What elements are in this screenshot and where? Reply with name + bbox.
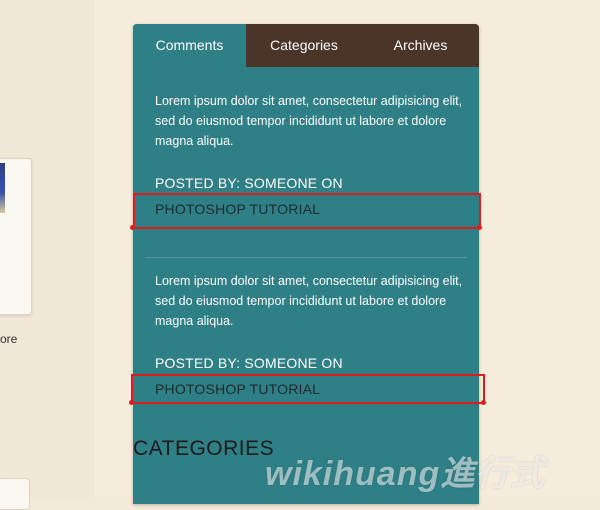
posted-by-label: POSTED BY: SOMEONE ON <box>155 355 343 371</box>
comment-text: Lorem ipsum dolor sit amet, consectetur … <box>155 94 463 148</box>
tab-categories[interactable]: Categories <box>246 24 362 67</box>
entry-divider <box>145 257 467 258</box>
highlight-handle <box>481 400 486 405</box>
watermark-logo: wikihuang進行式 <box>265 455 546 493</box>
post-thumbnail-partial[interactable] <box>0 478 30 510</box>
posted-by-label: POSTED BY: SOMEONE ON <box>155 175 343 191</box>
comment-text: Lorem ipsum dolor sit amet, consectetur … <box>155 274 463 328</box>
tab-bar: Comments Categories Archives <box>133 24 479 67</box>
highlight-box <box>131 374 485 404</box>
thumbnail-caption[interactable]: ore <box>0 332 17 346</box>
post-thumbnail[interactable] <box>0 158 32 315</box>
highlight-handle <box>129 400 134 405</box>
tab-comments[interactable]: Comments <box>133 24 246 67</box>
highlight-handle <box>477 225 482 230</box>
sidebar-tabs-widget: Comments Categories Archives Lorem ipsum… <box>133 24 479 504</box>
categories-heading: CATEGORIES <box>133 437 275 460</box>
tab-archives[interactable]: Archives <box>362 24 479 67</box>
highlight-handle <box>130 225 135 230</box>
highlight-box <box>133 193 481 229</box>
left-column: ore <box>0 0 95 510</box>
thumbnail-image <box>0 163 5 213</box>
